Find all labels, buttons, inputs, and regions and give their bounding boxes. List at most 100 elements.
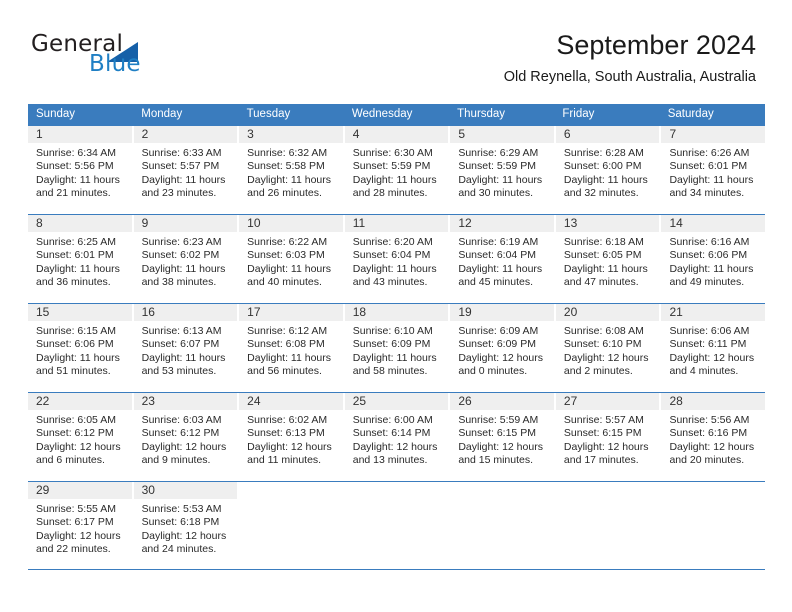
day-info: Sunrise: 6:09 AM Sunset: 6:09 PM Dayligh… — [450, 321, 554, 379]
sunset-text: Sunset: 6:06 PM — [669, 249, 748, 262]
daylight-text-line1: Daylight: 12 hours — [141, 529, 227, 542]
day-info: Sunrise: 6:33 AM Sunset: 5:57 PM Dayligh… — [134, 143, 238, 201]
daylight-text-line1: Daylight: 11 hours — [141, 173, 226, 186]
day-cell[interactable]: 22 Sunrise: 6:05 AM Sunset: 6:12 PM Dayl… — [28, 393, 134, 481]
day-info: Sunrise: 6:10 AM Sunset: 6:09 PM Dayligh… — [345, 321, 449, 379]
daylight-text-line2: and 49 minutes. — [669, 276, 745, 289]
calendar-week-row: 15 Sunrise: 6:15 AM Sunset: 6:06 PM Dayl… — [28, 303, 766, 392]
day-number: 23 — [133, 393, 238, 410]
day-number: 4 — [344, 126, 449, 143]
day-cell[interactable]: 19 Sunrise: 6:09 AM Sunset: 6:09 PM Dayl… — [450, 304, 556, 392]
daylight-text-line1: Daylight: 11 hours — [247, 262, 332, 275]
daylight-text-line2: and 23 minutes. — [141, 187, 217, 200]
day-cell[interactable]: 23 Sunrise: 6:03 AM Sunset: 6:12 PM Dayl… — [133, 393, 240, 481]
sunset-text: Sunset: 6:16 PM — [669, 427, 748, 440]
day-info: Sunrise: 6:28 AM Sunset: 6:00 PM Dayligh… — [556, 143, 660, 201]
sunrise-text: Sunrise: 6:30 AM — [352, 147, 433, 159]
weekday-header-tuesday: Tuesday — [246, 108, 291, 120]
day-cell[interactable]: 17 Sunrise: 6:12 AM Sunset: 6:08 PM Dayl… — [239, 304, 345, 392]
day-cell[interactable]: 13 Sunrise: 6:18 AM Sunset: 6:05 PM Dayl… — [555, 215, 662, 303]
calendar-week-row: 22 Sunrise: 6:05 AM Sunset: 6:12 PM Dayl… — [28, 392, 766, 481]
day-number: 3 — [239, 126, 343, 143]
daylight-text-line1: Daylight: 12 hours — [247, 440, 332, 453]
day-cell[interactable]: 12 Sunrise: 6:19 AM Sunset: 6:04 PM Dayl… — [450, 215, 556, 303]
day-cell[interactable]: 3 Sunrise: 6:32 AM Sunset: 5:58 PM Dayli… — [239, 126, 345, 214]
day-info: Sunrise: 6:05 AM Sunset: 6:12 PM Dayligh… — [28, 410, 132, 468]
day-cell[interactable]: 1 Sunrise: 6:34 AM Sunset: 5:56 PM Dayli… — [28, 126, 134, 214]
general-blue-logo[interactable]: General Blue — [31, 31, 211, 79]
sunrise-text: Sunrise: 6:34 AM — [36, 147, 116, 159]
daylight-text-line2: and 38 minutes. — [141, 276, 217, 289]
location-subtitle: Old Reynella, South Australia, Australia — [503, 69, 756, 85]
day-info: Sunrise: 6:15 AM Sunset: 6:06 PM Dayligh… — [28, 321, 132, 379]
day-cell[interactable]: 29 Sunrise: 5:55 AM Sunset: 6:17 PM Dayl… — [28, 482, 134, 569]
daylight-text-line1: Daylight: 12 hours — [36, 529, 121, 542]
day-number: 24 — [239, 393, 343, 410]
day-cell[interactable]: 18 Sunrise: 6:10 AM Sunset: 6:09 PM Dayl… — [344, 304, 451, 392]
daylight-text-line2: and 17 minutes. — [563, 454, 639, 467]
weekday-header-sunday: Sunday — [36, 108, 76, 120]
sunset-text: Sunset: 5:56 PM — [36, 160, 114, 173]
sunrise-text: Sunrise: 6:05 AM — [36, 414, 116, 426]
sunrise-text: Sunrise: 6:18 AM — [563, 236, 644, 248]
sunset-text: Sunset: 6:13 PM — [247, 427, 325, 440]
day-cell[interactable]: 28 Sunrise: 5:56 AM Sunset: 6:16 PM Dayl… — [661, 393, 766, 481]
day-info: Sunrise: 5:56 AM Sunset: 6:16 PM Dayligh… — [661, 410, 765, 468]
daylight-text-line2: and 28 minutes. — [352, 187, 428, 200]
daylight-text-line2: and 34 minutes. — [669, 187, 745, 200]
day-cell[interactable]: 30 Sunrise: 5:53 AM Sunset: 6:18 PM Dayl… — [133, 482, 240, 569]
daylight-text-line1: Daylight: 11 hours — [352, 262, 437, 275]
sunrise-text: Sunrise: 6:02 AM — [247, 414, 328, 426]
daylight-text-line1: Daylight: 11 hours — [669, 173, 754, 186]
day-number — [661, 482, 765, 499]
weekday-header-thursday: Thursday — [457, 108, 506, 120]
day-number: 21 — [661, 304, 766, 321]
day-number: 7 — [661, 126, 766, 143]
daylight-text-line2: and 40 minutes. — [247, 276, 322, 289]
day-info: Sunrise: 6:19 AM Sunset: 6:04 PM Dayligh… — [450, 232, 554, 290]
day-cell[interactable]: 7 Sunrise: 6:26 AM Sunset: 6:01 PM Dayli… — [661, 126, 766, 214]
day-cell[interactable]: 16 Sunrise: 6:13 AM Sunset: 6:07 PM Dayl… — [133, 304, 240, 392]
day-cell[interactable]: 27 Sunrise: 5:57 AM Sunset: 6:15 PM Dayl… — [555, 393, 662, 481]
calendar-week-row: 1 Sunrise: 6:34 AM Sunset: 5:56 PM Dayli… — [28, 125, 766, 214]
day-info: Sunrise: 6:34 AM Sunset: 5:56 PM Dayligh… — [28, 143, 132, 201]
day-number — [239, 482, 343, 499]
day-cell[interactable]: 9 Sunrise: 6:23 AM Sunset: 6:02 PM Dayli… — [133, 215, 240, 303]
day-info: Sunrise: 6:03 AM Sunset: 6:12 PM Dayligh… — [134, 410, 238, 468]
day-cell[interactable]: 15 Sunrise: 6:15 AM Sunset: 6:06 PM Dayl… — [28, 304, 134, 392]
day-number: 16 — [133, 304, 238, 321]
day-cell[interactable]: 10 Sunrise: 6:22 AM Sunset: 6:03 PM Dayl… — [239, 215, 345, 303]
day-cell[interactable]: 24 Sunrise: 6:02 AM Sunset: 6:13 PM Dayl… — [239, 393, 345, 481]
day-info: Sunrise: 5:59 AM Sunset: 6:15 PM Dayligh… — [450, 410, 554, 468]
day-cell[interactable]: 6 Sunrise: 6:28 AM Sunset: 6:00 PM Dayli… — [555, 126, 662, 214]
day-cell[interactable]: 2 Sunrise: 6:33 AM Sunset: 5:57 PM Dayli… — [133, 126, 240, 214]
daylight-text-line2: and 22 minutes. — [36, 543, 111, 556]
day-number: 6 — [555, 126, 660, 143]
day-cell[interactable]: 26 Sunrise: 5:59 AM Sunset: 6:15 PM Dayl… — [450, 393, 556, 481]
day-cell[interactable]: 21 Sunrise: 6:06 AM Sunset: 6:11 PM Dayl… — [661, 304, 766, 392]
day-cell[interactable]: 5 Sunrise: 6:29 AM Sunset: 5:59 PM Dayli… — [450, 126, 556, 214]
daylight-text-line2: and 30 minutes. — [458, 187, 534, 200]
day-info: Sunrise: 6:32 AM Sunset: 5:58 PM Dayligh… — [239, 143, 343, 201]
sunrise-text: Sunrise: 6:03 AM — [141, 414, 222, 426]
day-info: Sunrise: 6:00 AM Sunset: 6:14 PM Dayligh… — [345, 410, 449, 468]
sunrise-text: Sunrise: 6:32 AM — [247, 147, 328, 159]
daylight-text-line2: and 56 minutes. — [247, 365, 322, 378]
day-cell[interactable]: 4 Sunrise: 6:30 AM Sunset: 5:59 PM Dayli… — [344, 126, 451, 214]
day-cell[interactable]: 11 Sunrise: 6:20 AM Sunset: 6:04 PM Dayl… — [344, 215, 451, 303]
day-number — [450, 482, 554, 499]
day-cell[interactable]: 20 Sunrise: 6:08 AM Sunset: 6:10 PM Dayl… — [555, 304, 662, 392]
sunset-text: Sunset: 5:59 PM — [458, 160, 536, 173]
sunrise-text: Sunrise: 6:00 AM — [352, 414, 433, 426]
daylight-text-line1: Daylight: 12 hours — [563, 440, 649, 453]
day-cell[interactable]: 8 Sunrise: 6:25 AM Sunset: 6:01 PM Dayli… — [28, 215, 134, 303]
day-info: Sunrise: 6:22 AM Sunset: 6:03 PM Dayligh… — [239, 232, 343, 290]
sunset-text: Sunset: 6:17 PM — [36, 516, 114, 529]
day-number: 2 — [133, 126, 238, 143]
daylight-text-line1: Daylight: 11 hours — [352, 351, 437, 364]
day-cell[interactable]: 25 Sunrise: 6:00 AM Sunset: 6:14 PM Dayl… — [344, 393, 451, 481]
day-cell[interactable]: 14 Sunrise: 6:16 AM Sunset: 6:06 PM Dayl… — [661, 215, 766, 303]
day-info: Sunrise: 6:16 AM Sunset: 6:06 PM Dayligh… — [661, 232, 765, 290]
sunrise-text: Sunrise: 5:53 AM — [141, 503, 222, 515]
day-info: Sunrise: 6:26 AM Sunset: 6:01 PM Dayligh… — [661, 143, 765, 201]
